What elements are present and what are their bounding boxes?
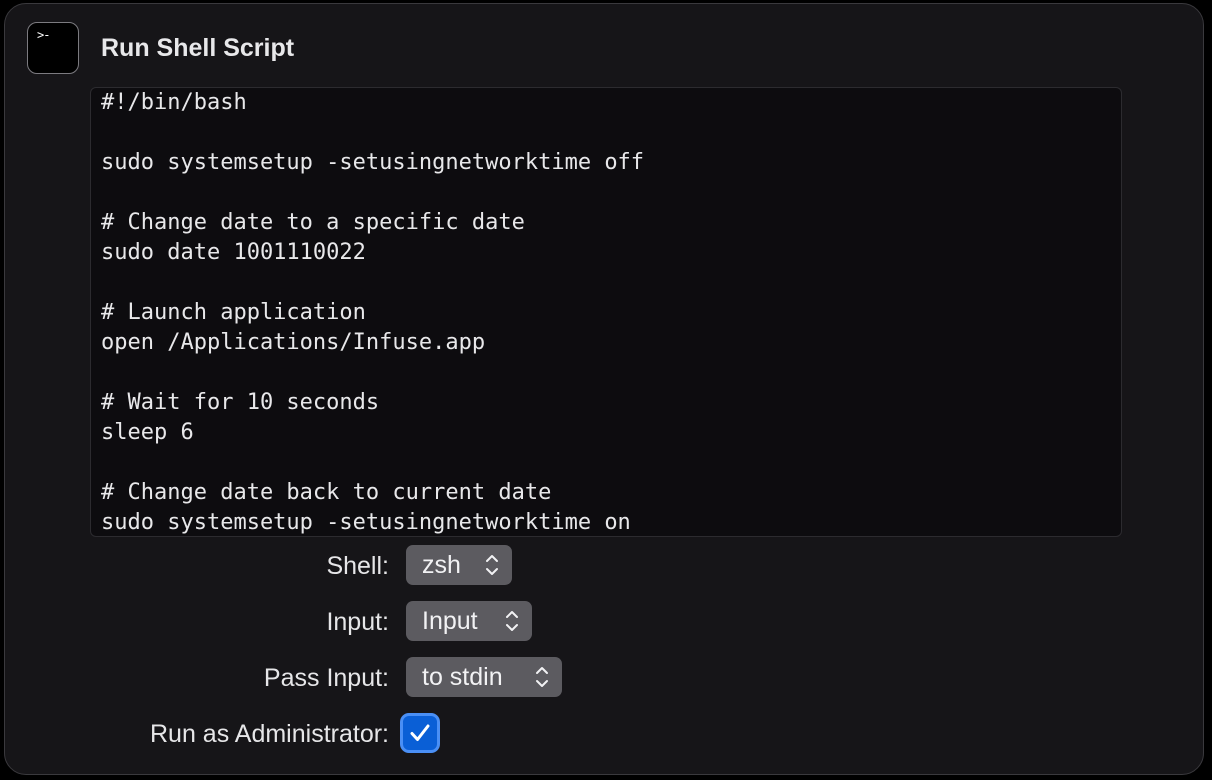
checkmark-icon [410, 724, 430, 741]
chevron-up-down-icon [536, 667, 548, 687]
input-popup-value: Input [422, 607, 478, 635]
input-label: Input: [326, 608, 389, 636]
input-popup[interactable]: Input [406, 601, 532, 641]
code-line: # Change date to a specific date [101, 210, 525, 235]
code-line: # Launch application [101, 300, 366, 325]
code-line: sleep 6 [101, 420, 194, 445]
code-line: open /Applications/Infuse.app [101, 330, 486, 355]
shell-label: Shell: [326, 552, 389, 580]
run-as-administrator-checkbox[interactable] [400, 713, 440, 753]
chevron-up-down-icon [506, 611, 518, 631]
shell-popup[interactable]: zsh [406, 545, 512, 585]
terminal-prompt-glyph: >- [37, 28, 50, 42]
shell-popup-value: zsh [422, 551, 461, 579]
code-line: sudo systemsetup -setusingnetworktime of… [101, 150, 645, 175]
code-line: sudo systemsetup -setusingnetworktime on [101, 510, 631, 535]
run-as-administrator-label: Run as Administrator: [150, 720, 389, 748]
chevron-up-down-icon [486, 555, 498, 575]
pass-input-popup[interactable]: to stdin [406, 657, 562, 697]
script-editor[interactable]: #!/bin/bash sudo systemsetup -setusingne… [90, 87, 1122, 537]
action-title: Run Shell Script [101, 34, 295, 62]
pass-input-label: Pass Input: [263, 664, 389, 692]
pass-input-popup-value: to stdin [422, 663, 503, 691]
code-line: #!/bin/bash [101, 90, 247, 115]
code-line: # Wait for 10 seconds [101, 390, 380, 415]
code-line: sudo date 1001110022 [101, 240, 366, 265]
code-line: # Change date back to current date [101, 480, 552, 505]
terminal-icon: >- [27, 22, 79, 74]
